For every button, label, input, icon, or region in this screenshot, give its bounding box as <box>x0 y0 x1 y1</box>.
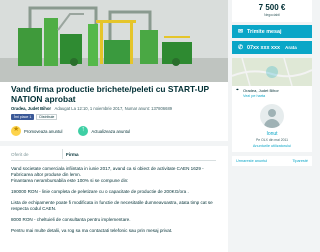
promote-label: Promoveaza anuntul <box>24 128 63 134</box>
listing-card: Vand firma productie brichete/peleti cu … <box>0 0 228 252</box>
location-map[interactable] <box>232 58 312 86</box>
factory-equipment-image <box>0 0 228 82</box>
send-message-label: Trimite mesaj <box>247 28 282 35</box>
offer-underline <box>11 160 216 161</box>
listing-title: Vand firma productie brichete/peleti cu … <box>11 84 209 104</box>
seller-box: ⌖ Oradea, Judet Bihor Vezi pe harta Ionu… <box>232 58 312 152</box>
listing-location: Oradea, Judet Bihor <box>11 106 52 111</box>
offer-value[interactable]: Firma <box>66 152 79 157</box>
promote-button[interactable]: Promoveaza anuntul <box>11 125 63 136</box>
listing-actions: Promoveaza anuntul Actualizeaza anuntul <box>11 125 130 136</box>
update-button[interactable]: Actualizeaza anuntul <box>78 126 130 136</box>
print-link[interactable]: Tiparesté <box>292 159 308 163</box>
listing-page: Vand firma productie brichete/peleti cu … <box>0 0 312 252</box>
desc-line-2: Finantarea nerambursabila este 100% si s… <box>11 178 129 184</box>
price: 7 500 € <box>258 3 286 12</box>
seller-ads-link[interactable]: Anunturile utilizatorului <box>232 144 312 148</box>
send-message-button[interactable]: ✉ Trimite mesaj <box>232 25 312 38</box>
star-icon <box>11 125 21 136</box>
seller-location: Oradea, Judet Bihor <box>243 88 279 93</box>
negotiable-label: Negociabil <box>264 13 280 17</box>
offer-separator <box>62 149 63 159</box>
envelope-icon: ✉ <box>238 29 244 35</box>
update-label: Actualizeaza anuntul <box>91 128 131 134</box>
section-divider <box>0 141 228 146</box>
price-box: 7 500 € Negociabil <box>232 0 312 22</box>
offer-key: Oferit de <box>11 152 29 157</box>
social-bar: Îmi place 1 Distribuie <box>11 114 58 120</box>
listing-description: Vand societate comerciala infiintata in … <box>11 166 223 239</box>
facebook-share-button[interactable]: Distribuie <box>36 114 58 120</box>
sidebar-footer-links: Urmareste anuntul Tiparesté <box>232 156 312 166</box>
listing-added: Adaugat La 12:10, 1 noiembrie 2017, Numa… <box>54 106 173 111</box>
seller-avatar[interactable] <box>260 104 284 128</box>
location-pin-icon: ⌖ <box>236 87 239 93</box>
desc-line-3: 190000 RON - linie completa de peletizar… <box>11 189 189 195</box>
seller-name[interactable]: Ionut <box>232 131 312 137</box>
phone-number: 07xx xxx xxx <box>247 44 281 51</box>
follow-ad-link[interactable]: Urmareste anuntul <box>236 159 267 163</box>
arrow-up-icon <box>78 126 89 136</box>
listing-meta: Oradea, Judet Bihor Adaugat La 12:10, 1 … <box>11 106 172 111</box>
seller-since: Pe OLX din mai 2011 <box>256 138 288 142</box>
phone-button[interactable]: ✆ 07xx xxx xxx Arata <box>232 41 312 54</box>
phone-icon: ✆ <box>238 45 244 51</box>
view-map-link[interactable]: Vezi pe harta <box>243 94 265 98</box>
desc-line-1: Vand societate comerciala infiintata in … <box>11 166 204 178</box>
show-phone-label: Arata <box>285 45 297 50</box>
map-image <box>232 58 312 86</box>
desc-line-6: Pentru mai multe detalii, va rog sa ma c… <box>11 227 173 233</box>
facebook-like-button[interactable]: Îmi place 1 <box>11 114 35 120</box>
desc-line-4: Lista de echipamente poate fi modificata… <box>11 200 213 212</box>
listing-photo[interactable] <box>0 0 228 82</box>
desc-line-5: 8000 RON - cheltuieli de consultanta pen… <box>11 217 131 222</box>
